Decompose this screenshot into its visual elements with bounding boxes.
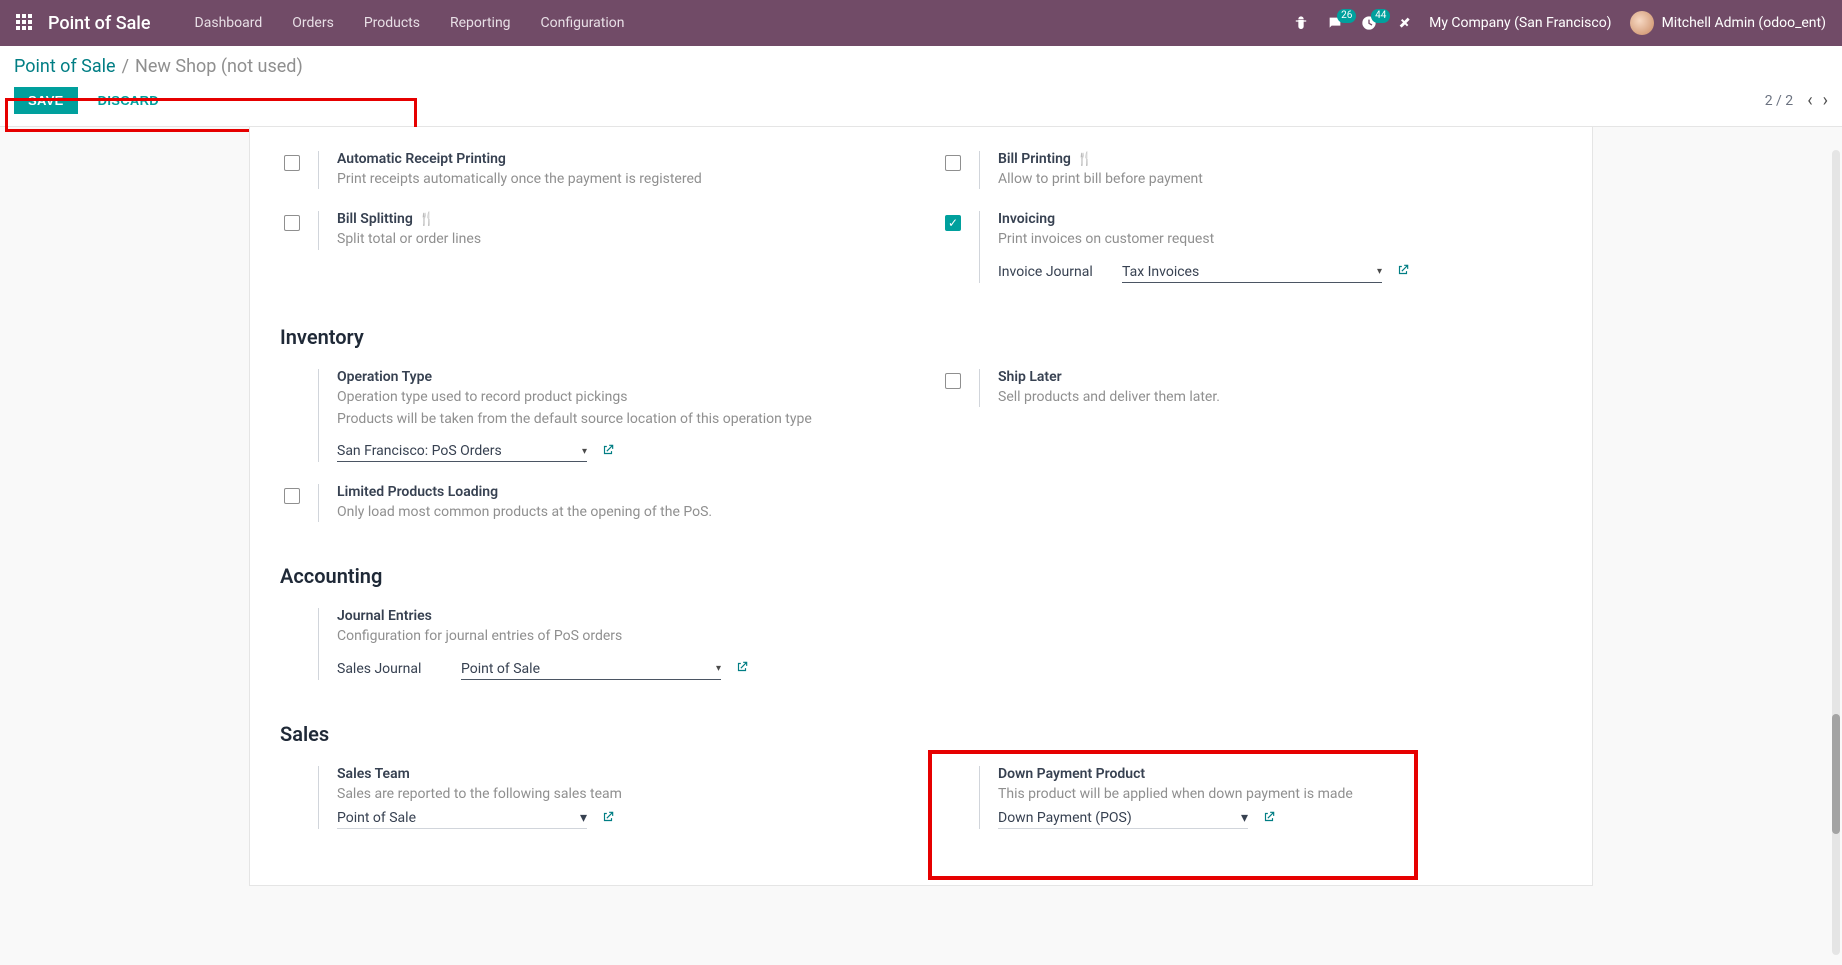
desc-limited-products: Only load most common products at the op… [337,502,901,522]
setting-operation-type: Operation Type Operation type used to re… [280,363,901,479]
cutlery-icon: 🍴 [419,212,435,227]
section-accounting: Accounting [280,564,1562,588]
nav-reporting[interactable]: Reporting [436,9,525,37]
breadcrumb-root[interactable]: Point of Sale [14,56,116,77]
title-journal-entries: Journal Entries [337,608,901,624]
caret-down-icon: ▾ [580,810,587,826]
desc-ship-later: Sell products and deliver them later. [998,387,1562,407]
apps-icon[interactable] [16,14,34,32]
control-panel: Point of Sale / New Shop (not used) SAVE… [0,46,1842,127]
checkbox-invoicing[interactable] [945,215,961,231]
brand[interactable]: Point of Sale [48,13,151,34]
external-link-icon[interactable] [735,660,749,678]
external-link-icon[interactable] [601,810,615,828]
setting-down-payment: Down Payment Product This product will b… [941,760,1562,845]
discard-button[interactable]: DISCARD [92,92,165,109]
value-invoice-journal: Tax Invoices [1122,264,1199,280]
scrollbar[interactable] [1832,150,1840,955]
nav-products[interactable]: Products [350,9,434,37]
value-operation-type: San Francisco: PoS Orders [337,443,502,459]
form-sheet: Automatic Receipt Printing Print receipt… [249,127,1593,886]
company-switcher[interactable]: My Company (San Francisco) [1429,15,1611,31]
checkbox-auto-receipt[interactable] [284,155,300,171]
desc-sales-team: Sales are reported to the following sale… [337,784,901,804]
save-button[interactable]: SAVE [14,87,78,114]
nav-configuration[interactable]: Configuration [527,9,639,37]
nav-right: 26 44 My Company (San Francisco) Mitchel… [1293,11,1826,35]
caret-down-icon: ▾ [1241,810,1248,826]
user-menu[interactable]: Mitchell Admin (odoo_ent) [1630,11,1826,35]
activities-icon[interactable]: 44 [1361,15,1377,31]
checkbox-limited-products[interactable] [284,488,300,504]
pager-text[interactable]: 2 / 2 [1765,93,1793,109]
section-sales: Sales [280,722,1562,746]
caret-down-icon: ▾ [1377,266,1382,277]
navbar: Point of Sale Dashboard Orders Products … [0,0,1842,46]
scrollbar-thumb[interactable] [1832,714,1840,834]
setting-limited-products: Limited Products Loading Only load most … [280,478,901,538]
select-invoice-journal[interactable]: Tax Invoices ▾ [1122,262,1382,283]
setting-journal-entries: Journal Entries Configuration for journa… [280,602,901,695]
setting-auto-receipt: Automatic Receipt Printing Print receipt… [280,145,901,205]
title-ship-later: Ship Later [998,369,1562,385]
value-down-payment: Down Payment (POS) [998,810,1132,826]
setting-sales-team: Sales Team Sales are reported to the fol… [280,760,901,845]
title-sales-team: Sales Team [337,766,901,782]
section-inventory: Inventory [280,325,1562,349]
nav-orders[interactable]: Orders [278,9,348,37]
avatar [1630,11,1654,35]
select-operation-type[interactable]: San Francisco: PoS Orders ▾ [337,441,587,462]
label-sales-journal: Sales Journal [337,661,447,677]
setting-bill-split: Bill Splitting 🍴 Split total or order li… [280,205,901,265]
breadcrumb-sep: / [122,56,129,77]
debug-tools-icon[interactable] [1395,15,1411,31]
nav-menu: Dashboard Orders Products Reporting Conf… [181,9,639,37]
nav-dashboard[interactable]: Dashboard [181,9,277,37]
desc-auto-receipt: Print receipts automatically once the pa… [337,169,901,189]
title-bill-print: Bill Printing [998,151,1071,167]
user-name: Mitchell Admin (odoo_ent) [1662,15,1826,31]
value-sales-journal: Point of Sale [461,661,540,677]
select-sales-journal[interactable]: Point of Sale ▾ [461,659,721,680]
checkbox-ship-later[interactable] [945,373,961,389]
title-limited-products: Limited Products Loading [337,484,901,500]
bug-icon[interactable] [1293,15,1309,31]
form-wrap: Automatic Receipt Printing Print receipt… [0,127,1842,926]
desc-down-payment: This product will be applied when down p… [998,784,1562,804]
desc-journal-entries: Configuration for journal entries of PoS… [337,626,901,646]
desc-operation-type-2: Products will be taken from the default … [337,409,901,429]
setting-invoicing: Invoicing Print invoices on customer req… [941,205,1562,298]
desc-operation-type-1: Operation type used to record product pi… [337,387,901,407]
caret-down-icon: ▾ [716,663,721,674]
select-down-payment[interactable]: Down Payment (POS) ▾ [998,808,1248,829]
title-bill-split: Bill Splitting [337,211,413,227]
title-auto-receipt: Automatic Receipt Printing [337,151,901,167]
breadcrumb-leaf: New Shop (not used) [135,56,303,77]
setting-ship-later: Ship Later Sell products and deliver the… [941,363,1562,423]
external-link-icon[interactable] [1396,263,1410,281]
title-invoicing: Invoicing [998,211,1562,227]
title-operation-type: Operation Type [337,369,901,385]
activities-badge: 44 [1371,9,1390,23]
cutlery-icon: 🍴 [1077,152,1093,167]
label-invoice-journal: Invoice Journal [998,264,1108,280]
select-sales-team[interactable]: Point of Sale ▾ [337,808,587,829]
external-link-icon[interactable] [1262,810,1276,828]
desc-bill-print: Allow to print bill before payment [998,169,1562,189]
external-link-icon[interactable] [601,443,615,461]
pager-next-icon[interactable]: › [1823,90,1828,111]
desc-bill-split: Split total or order lines [337,229,901,249]
caret-down-icon: ▾ [582,446,587,457]
messages-badge: 26 [1337,9,1356,23]
desc-invoicing: Print invoices on customer request [998,229,1562,249]
pager-prev-icon[interactable]: ‹ [1807,90,1812,111]
messages-icon[interactable]: 26 [1327,15,1343,31]
checkbox-bill-print[interactable] [945,155,961,171]
title-down-payment: Down Payment Product [998,766,1562,782]
breadcrumb: Point of Sale / New Shop (not used) [0,46,1842,77]
value-sales-team: Point of Sale [337,810,416,826]
setting-bill-print: Bill Printing 🍴 Allow to print bill befo… [941,145,1562,205]
checkbox-bill-split[interactable] [284,215,300,231]
